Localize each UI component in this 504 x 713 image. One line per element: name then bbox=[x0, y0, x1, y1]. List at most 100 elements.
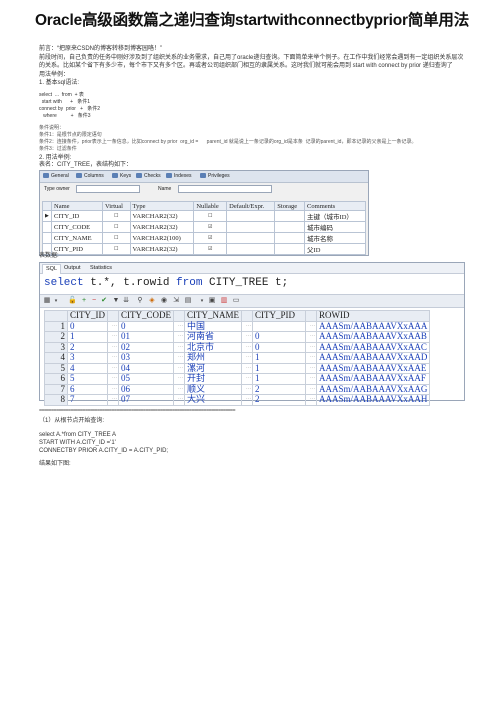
fetch-all-icon[interactable]: ⇊ bbox=[122, 297, 130, 305]
default-cell[interactable] bbox=[226, 232, 276, 244]
nullable-checkbox[interactable]: ☑ bbox=[193, 232, 228, 244]
table-row[interactable]: CITY_NAME ☐ VARCHAR2(100) ☑ 城市名称 bbox=[42, 232, 366, 244]
tab-output[interactable]: Output bbox=[64, 264, 81, 273]
cell-editor-button[interactable]: ··· bbox=[107, 320, 119, 332]
cell-editor-button[interactable]: ··· bbox=[305, 373, 317, 385]
virtual-checkbox[interactable]: ☐ bbox=[101, 221, 131, 233]
table-row[interactable]: 2 1 ··· 01 ··· 河南省 ··· 0 ··· AAASm/AABAAAVXxAAB bbox=[44, 331, 431, 343]
cell-editor-button[interactable]: ··· bbox=[241, 362, 253, 374]
clear-icon[interactable]: ▭ bbox=[232, 297, 240, 305]
city-id-cell[interactable]: 3 bbox=[67, 352, 108, 364]
rowid-cell[interactable]: AAASm/AABAAAVXxAAD bbox=[315, 352, 431, 364]
city-code-cell[interactable]: 0 bbox=[118, 320, 174, 332]
city-pid-cell[interactable]: 1 bbox=[252, 373, 306, 385]
chart-icon[interactable]: ▤ bbox=[184, 297, 192, 305]
rowid-cell[interactable]: AAASm/AABAAAVXxAAH bbox=[315, 394, 431, 406]
cell-editor-button[interactable]: ··· bbox=[241, 383, 253, 395]
city-id-cell[interactable]: 7 bbox=[67, 394, 108, 406]
storage-cell[interactable] bbox=[274, 221, 306, 233]
city-name-cell[interactable]: 河南省 bbox=[184, 331, 242, 343]
cell-editor-button[interactable]: ··· bbox=[241, 331, 253, 343]
cell-editor-button[interactable]: ··· bbox=[173, 362, 185, 374]
single-record-icon[interactable]: ◉ bbox=[160, 297, 168, 305]
cell-editor-button[interactable]: ··· bbox=[107, 394, 119, 406]
dropdown-arrow-icon[interactable]: ▾ bbox=[52, 297, 60, 305]
table-row[interactable]: 8 7 ··· 07 ··· 大兴 ··· 2 ··· AAASm/AABAAAVXxAAH bbox=[44, 394, 431, 406]
storage-cell[interactable] bbox=[274, 210, 306, 222]
comments-cell[interactable]: 城市编码 bbox=[304, 221, 366, 233]
cell-editor-button[interactable]: ··· bbox=[241, 373, 253, 385]
cell-editor-button[interactable]: ··· bbox=[107, 341, 119, 353]
cell-editor-button[interactable]: ··· bbox=[173, 331, 185, 343]
cell-editor-button[interactable]: ··· bbox=[305, 394, 317, 406]
table-row[interactable]: 3 2 ··· 02 ··· 北京市 ··· 0 ··· AAASm/AABAAAVXxAAC bbox=[44, 341, 431, 353]
city-id-cell[interactable]: 1 bbox=[67, 331, 108, 343]
grid-view-icon[interactable]: ▦ bbox=[43, 297, 51, 305]
cell-editor-button[interactable]: ··· bbox=[173, 394, 185, 406]
fetch-down-icon[interactable]: ▼ bbox=[112, 297, 120, 305]
nullable-checkbox[interactable]: ☐ bbox=[193, 210, 228, 222]
tab-statistics[interactable]: Statistics bbox=[90, 264, 112, 273]
save-icon[interactable]: ▣ bbox=[208, 297, 216, 305]
filter-icon[interactable]: ⚲ bbox=[136, 297, 144, 305]
city-code-cell[interactable]: 04 bbox=[118, 362, 174, 374]
cell-editor-button[interactable]: ··· bbox=[305, 352, 317, 364]
table-row[interactable]: 7 6 ··· 06 ··· 顺义 ··· 2 ··· AAASm/AABAAAVXxAAG bbox=[44, 383, 431, 395]
city-pid-cell[interactable] bbox=[252, 320, 306, 332]
column-name[interactable]: CITY_NAME bbox=[51, 232, 103, 244]
tab-sql[interactable]: SQL bbox=[42, 264, 62, 274]
cell-editor-button[interactable]: ··· bbox=[107, 331, 119, 343]
city-pid-cell[interactable]: 2 bbox=[252, 383, 306, 395]
rowid-cell[interactable]: AAASm/AABAAAVXxAAG bbox=[315, 383, 431, 395]
city-code-cell[interactable]: 02 bbox=[118, 341, 174, 353]
tab-privileges[interactable]: Privileges bbox=[200, 172, 230, 181]
city-code-cell[interactable]: 01 bbox=[118, 331, 174, 343]
default-cell[interactable] bbox=[226, 221, 276, 233]
city-pid-cell[interactable]: 1 bbox=[252, 352, 306, 364]
row-number[interactable]: 2 bbox=[44, 331, 68, 343]
city-name-cell[interactable]: 漯河 bbox=[184, 362, 242, 374]
city-id-cell[interactable]: 0 bbox=[67, 320, 108, 332]
query-by-example-icon[interactable]: ◈ bbox=[148, 297, 156, 305]
rowid-cell[interactable]: AAASm/AABAAAVXxAAC bbox=[315, 341, 431, 353]
table-row[interactable]: 6 5 ··· 05 ··· 开封 ··· 1 ··· AAASm/AABAAAVXxAAF bbox=[44, 373, 431, 385]
default-cell[interactable] bbox=[226, 210, 276, 222]
city-name-cell[interactable]: 郑州 bbox=[184, 352, 242, 364]
column-name[interactable]: CITY_ID bbox=[51, 210, 103, 222]
comments-cell[interactable]: 城市名称 bbox=[304, 232, 366, 244]
cell-editor-button[interactable]: ··· bbox=[241, 320, 253, 332]
type-owner-field[interactable] bbox=[76, 185, 140, 193]
tab-columns[interactable]: Columns bbox=[76, 172, 104, 181]
rowid-cell[interactable]: AAASm/AABAAAVXxAAA bbox=[315, 320, 431, 332]
city-id-cell[interactable]: 2 bbox=[67, 341, 108, 353]
tab-checks[interactable]: Checks bbox=[136, 172, 161, 181]
rowid-cell[interactable]: AAASm/AABAAAVXxAAF bbox=[315, 373, 431, 385]
table-row[interactable]: 1 0 ··· 0 ··· 中国 ··· ··· AAASm/AABAAAVXxAAA bbox=[44, 320, 431, 332]
cell-editor-button[interactable]: ··· bbox=[107, 373, 119, 385]
nullable-checkbox[interactable]: ☑ bbox=[193, 243, 228, 255]
tab-indexes[interactable]: Indexes bbox=[166, 172, 192, 181]
tab-keys[interactable]: Keys bbox=[112, 172, 131, 181]
dropdown-arrow-icon[interactable]: ▾ bbox=[198, 297, 206, 305]
row-number[interactable]: 8 bbox=[44, 394, 68, 406]
post-icon[interactable]: ✔ bbox=[100, 297, 108, 305]
delete-row-icon[interactable]: − bbox=[90, 297, 98, 305]
city-code-cell[interactable]: 05 bbox=[118, 373, 174, 385]
nullable-checkbox[interactable]: ☑ bbox=[193, 221, 228, 233]
row-number[interactable]: 5 bbox=[44, 362, 68, 374]
default-cell[interactable] bbox=[226, 243, 276, 255]
cell-editor-button[interactable]: ··· bbox=[305, 383, 317, 395]
cell-editor-button[interactable]: ··· bbox=[173, 341, 185, 353]
city-name-cell[interactable]: 开封 bbox=[184, 373, 242, 385]
city-pid-cell[interactable]: 1 bbox=[252, 362, 306, 374]
row-number[interactable]: 7 bbox=[44, 383, 68, 395]
city-pid-cell[interactable]: 0 bbox=[252, 331, 306, 343]
cell-editor-button[interactable]: ··· bbox=[305, 362, 317, 374]
city-id-cell[interactable]: 6 bbox=[67, 383, 108, 395]
row-number[interactable]: 4 bbox=[44, 352, 68, 364]
cell-editor-button[interactable]: ··· bbox=[173, 383, 185, 395]
print-icon[interactable]: ▥ bbox=[220, 297, 228, 305]
virtual-checkbox[interactable]: ☐ bbox=[101, 232, 131, 244]
cell-editor-button[interactable]: ··· bbox=[241, 394, 253, 406]
column-type[interactable]: VARCHAR2(32) bbox=[129, 210, 195, 222]
